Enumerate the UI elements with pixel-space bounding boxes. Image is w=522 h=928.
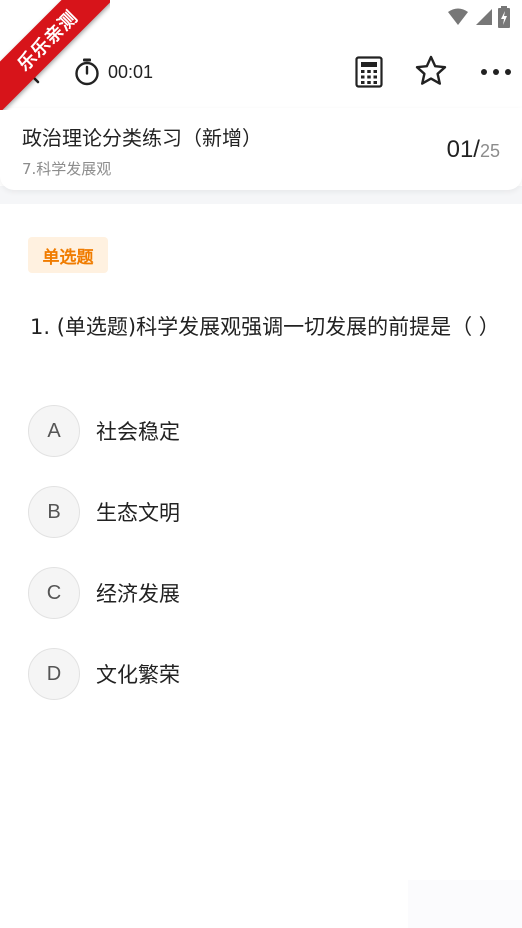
option-text: 文化繁荣 — [96, 663, 180, 687]
question-type-text: 单选题 — [42, 247, 94, 268]
option-letter: B — [28, 486, 80, 538]
counter-current: 01/ — [446, 136, 480, 163]
question-counter[interactable]: 01/25 — [447, 136, 500, 164]
watermark-band: 乐乐亲测 — [0, 0, 110, 110]
option-letter: C — [28, 567, 80, 619]
option-text: 生态文明 — [96, 501, 180, 525]
signal-icon — [476, 9, 492, 25]
counter-total: 25 — [479, 141, 500, 161]
calculator-icon[interactable] — [355, 56, 383, 88]
option-text: 经济发展 — [96, 582, 180, 606]
option-letter: D — [28, 648, 80, 700]
bottom-corner-area — [408, 880, 522, 928]
option-c[interactable]: C 经济发展 — [28, 566, 488, 620]
status-icons — [448, 6, 510, 28]
wifi-icon — [448, 8, 468, 25]
option-d[interactable]: D 文化繁荣 — [28, 647, 488, 701]
option-text: 社会稳定 — [96, 420, 180, 444]
option-b[interactable]: B 生态文明 — [28, 485, 488, 539]
watermark-ribbon: 乐乐亲测 — [0, 0, 110, 110]
option-letter: A — [28, 405, 80, 457]
star-outline-icon[interactable] — [414, 54, 448, 88]
question-text: 1. (单选题)科学发展观强调一切发展的前提是（ ） — [30, 315, 500, 339]
more-dots-icon[interactable] — [480, 62, 512, 82]
question-type-badge: 单选题 — [28, 237, 108, 273]
exam-title: 政治理论分类练习（新增） — [22, 126, 262, 150]
exam-header-card: 政治理论分类练习（新增） 7.科学发展观 01/25 — [0, 108, 522, 190]
battery-charging-icon — [498, 6, 510, 28]
exam-subtitle: 7.科学发展观 — [22, 160, 112, 178]
option-a[interactable]: A 社会稳定 — [28, 404, 488, 458]
watermark-text: 乐乐亲测 — [13, 6, 83, 76]
timer-value: 00:01 — [108, 61, 154, 82]
